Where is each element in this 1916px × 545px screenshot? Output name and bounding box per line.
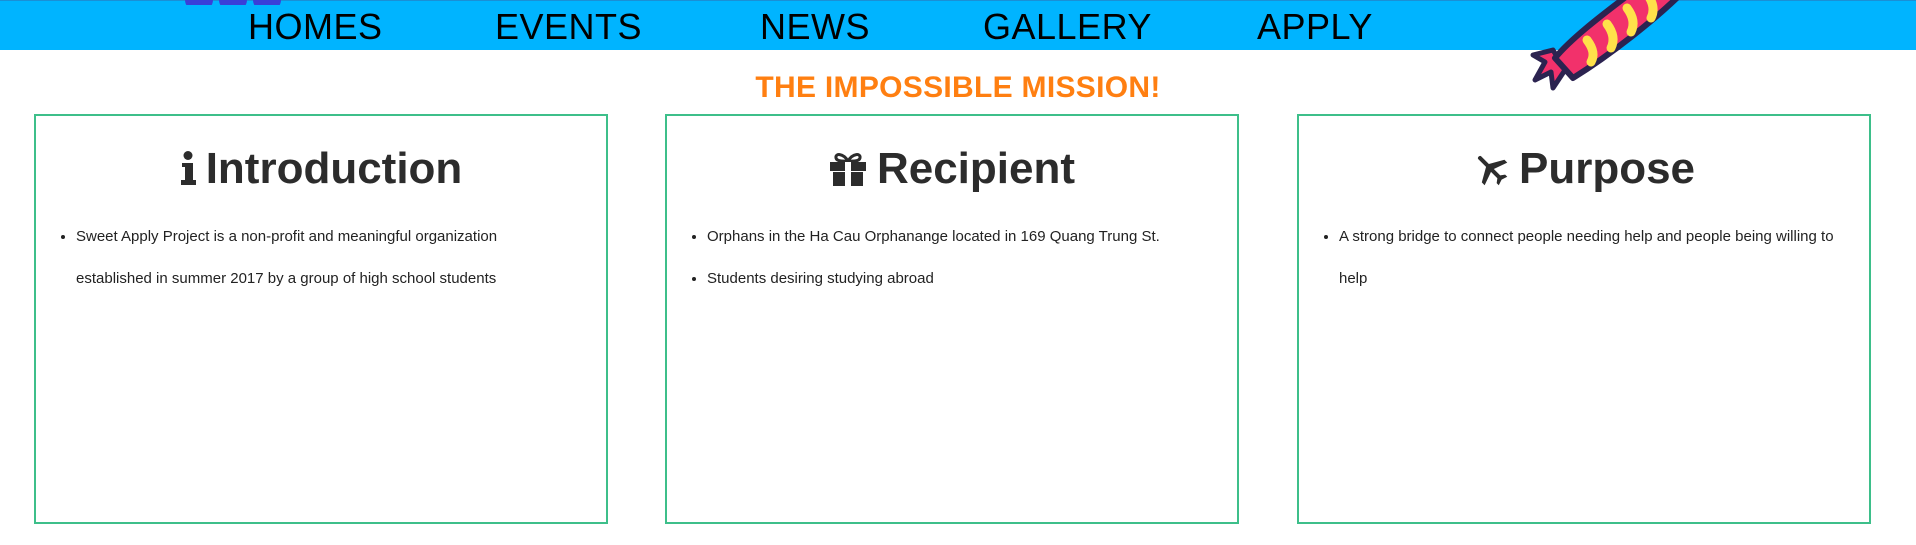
plane-icon <box>1473 151 1509 187</box>
card-heading: Recipient <box>667 143 1237 195</box>
card-heading: Introduction <box>36 143 606 195</box>
card-introduction: Introduction Sweet Apply Project is a no… <box>34 114 608 524</box>
logo-fragment <box>185 0 345 5</box>
info-icon <box>180 151 196 187</box>
list-item: A strong bridge to connect people needin… <box>1339 216 1839 300</box>
card-list: Sweet Apply Project is a non-profit and … <box>36 216 606 300</box>
nav-link-news[interactable]: NEWS <box>760 7 870 47</box>
nav-link-homes[interactable]: HOMES <box>248 7 383 47</box>
page-title: THE IMPOSSIBLE MISSION! <box>755 71 1161 104</box>
card-heading-text: Recipient <box>876 144 1076 193</box>
nav-link-gallery[interactable]: GALLERY <box>983 7 1152 47</box>
nav-link-events[interactable]: EVENTS <box>495 7 642 47</box>
list-item: Students desiring studying abroad <box>707 258 1160 300</box>
card-heading-text: Introduction <box>205 144 463 193</box>
card-heading: Purpose <box>1299 143 1869 195</box>
card-purpose: Purpose A strong bridge to connect peopl… <box>1297 114 1871 524</box>
list-item: Orphans in the Ha Cau Orphanange located… <box>707 216 1160 258</box>
card-heading-text: Purpose <box>1518 144 1696 193</box>
card-list: A strong bridge to connect people needin… <box>1299 216 1869 300</box>
gift-icon <box>829 151 867 187</box>
list-item: Sweet Apply Project is a non-profit and … <box>76 216 576 300</box>
card-list: Orphans in the Ha Cau Orphanange located… <box>667 216 1190 300</box>
nav-link-apply[interactable]: APPLY <box>1257 7 1373 47</box>
card-recipient: Recipient Orphans in the Ha Cau Orphanan… <box>665 114 1239 524</box>
